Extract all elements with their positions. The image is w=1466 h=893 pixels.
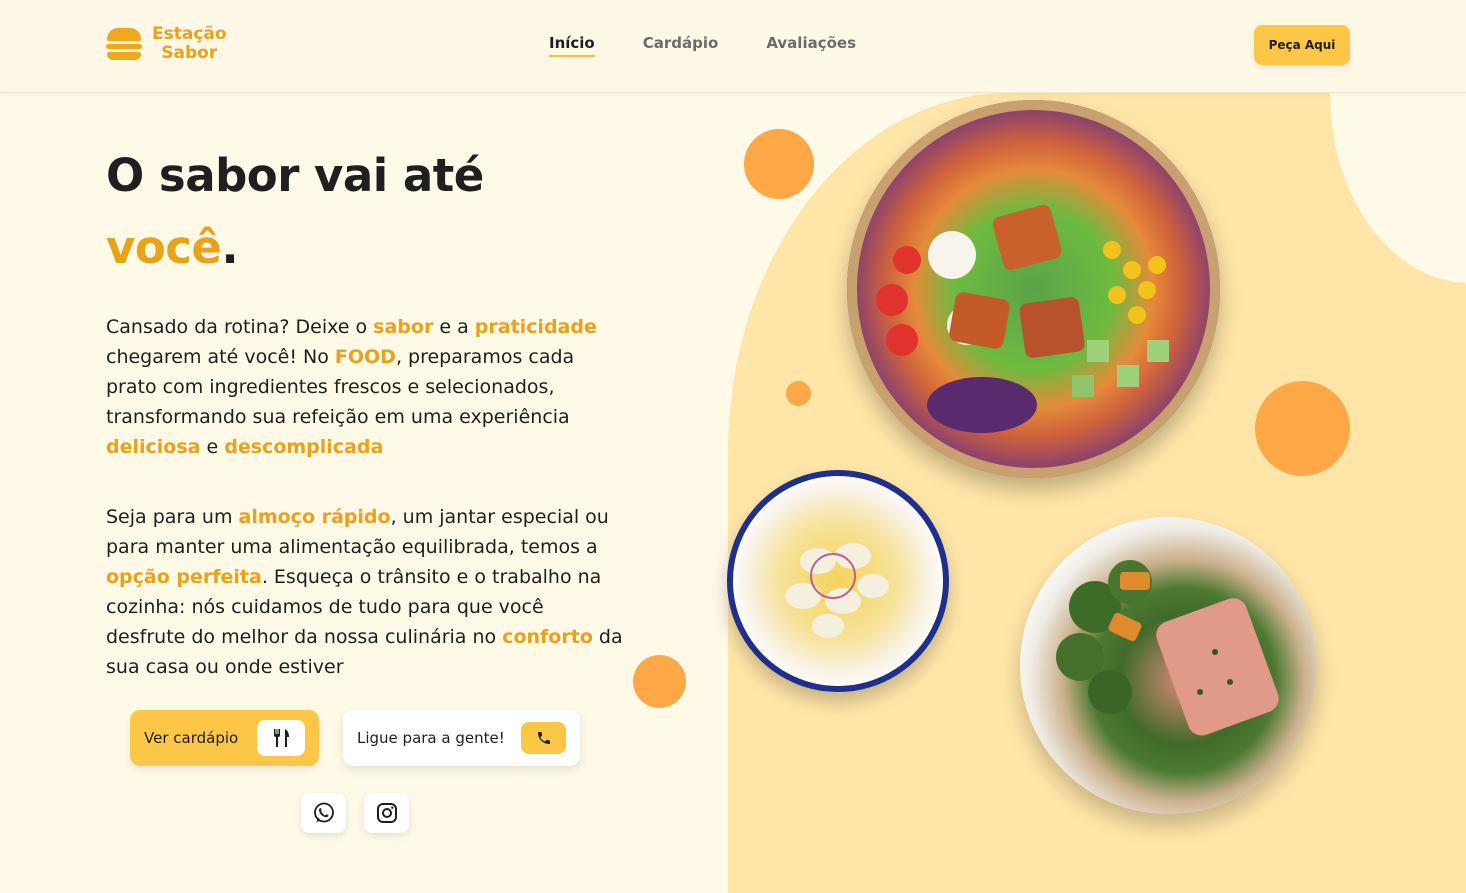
decorative-circle [786,381,811,406]
nav-link-inicio[interactable]: Início [549,34,595,57]
view-menu-label: Ver cardápio [144,729,239,747]
brand-name-line1: Estação [152,24,227,44]
hero-paragraph-1: Cansado da rotina? Deixe o sabor e a pra… [106,312,626,462]
salad-bowl-image [847,100,1220,478]
highlight-text: sabor [373,316,434,338]
hero-paragraph-2: Seja para um almoço rápido, um jantar es… [106,502,626,682]
highlight-text: deliciosa [106,436,201,458]
whatsapp-icon [312,801,336,825]
ceviche-bowl-image [727,470,949,692]
brand-logo[interactable]: Estação Sabor [106,25,227,63]
text-segment: e a [433,316,475,338]
main-nav: Início Cardápio Avaliações [549,34,856,57]
whatsapp-link[interactable] [301,793,346,833]
highlight-text: almoço rápido [238,506,391,528]
decorative-circle [633,655,686,708]
fork-knife-icon [257,720,305,756]
hero-title: O sabor vai até você. [106,140,484,284]
brand-name-line2: Sabor [161,43,218,63]
highlight-text: descomplicada [224,436,384,458]
highlight-text: conforto [502,626,593,648]
hero-title-accent: você [106,221,222,274]
view-menu-button[interactable]: Ver cardápio [130,710,319,766]
highlight-text: opção perfeita [106,566,262,588]
hero-title-line1: O sabor vai até [106,149,484,202]
salmon-plate-image [1020,517,1317,814]
text-segment: e [200,436,225,458]
text-segment: Cansado da rotina? Deixe o [106,316,374,338]
instagram-link[interactable] [364,793,409,833]
order-here-button[interactable]: Peça Aqui [1254,25,1350,65]
decorative-circle [1255,381,1350,476]
brand-name: Estação Sabor [152,25,227,63]
instagram-icon [375,801,399,825]
burger-icon [106,27,142,61]
site-header: Estação Sabor Início Cardápio Avaliações… [0,0,1466,93]
text-segment: Seja para um [106,506,239,528]
highlight-text: FOOD [334,346,396,368]
nav-link-cardapio[interactable]: Cardápio [643,34,719,57]
text-segment: chegarem até você! No [106,346,335,368]
hero-title-period: . [221,221,239,274]
decorative-circle [744,129,814,199]
call-us-label: Ligue para a gente! [357,729,505,747]
highlight-text: praticidade [474,316,597,338]
call-us-button[interactable]: Ligue para a gente! [343,710,580,766]
nav-link-avaliacoes[interactable]: Avaliações [766,34,856,57]
phone-icon [521,722,566,754]
